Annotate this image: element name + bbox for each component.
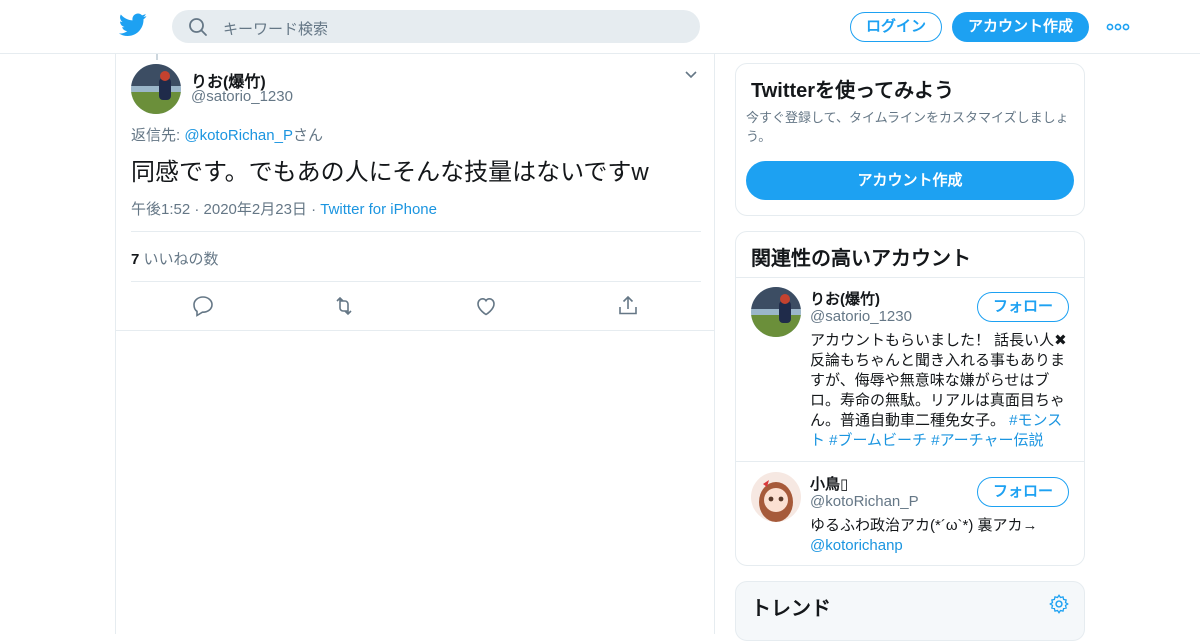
divider [736, 461, 1084, 462]
reply-context: 返信先: @kotoRichan_Pさん [131, 124, 323, 145]
search-input[interactable]: キーワード検索 [172, 10, 700, 43]
author-handle[interactable]: @satorio_1230 [191, 88, 293, 105]
twitter-bird-icon[interactable] [119, 13, 147, 37]
trends-title: トレンド [751, 598, 831, 620]
divider [736, 277, 1084, 278]
like-count-label: いいねの数 [139, 251, 219, 268]
account-handle[interactable]: @satorio_1230 [810, 308, 912, 325]
account-name[interactable]: りお(爆竹) [810, 288, 880, 309]
follow-button[interactable]: フォロー [977, 477, 1069, 507]
like-heart-icon[interactable] [474, 294, 498, 318]
gear-icon[interactable] [1048, 593, 1070, 615]
create-account-button[interactable]: アカウント作成 [746, 161, 1074, 200]
divider [131, 231, 701, 232]
login-button[interactable]: ログイン [850, 12, 942, 42]
related-accounts-card: 関連性の高いアカウント りお(爆竹) @satorio_1230 フォロー アカ… [735, 231, 1085, 566]
chevron-down-icon[interactable] [682, 68, 700, 82]
reply-to-link[interactable]: @kotoRichan_P [184, 127, 293, 144]
tweet-metadata: 午後1:52 · 2020年2月23日 · Twitter for iPhone [131, 198, 437, 219]
share-icon[interactable] [616, 294, 640, 318]
bio-link[interactable]: @kotorichanp [810, 537, 903, 554]
like-count-row[interactable]: 7 いいねの数 [131, 248, 219, 269]
search-icon [189, 18, 207, 36]
account-name[interactable]: 小鳥▯ [810, 473, 848, 494]
thread-connector [156, 54, 158, 60]
avatar[interactable] [751, 472, 801, 522]
more-options-icon[interactable] [1106, 18, 1130, 36]
search-placeholder: キーワード検索 [223, 21, 329, 38]
avatar[interactable] [751, 287, 801, 337]
meta-separator: · [306, 201, 321, 218]
signup-button[interactable]: アカウント作成 [952, 12, 1089, 42]
top-bar: キーワード検索 ログイン アカウント作成 [0, 0, 1200, 54]
signup-card-description: 今すぐ登録して、タイムラインをカスタマイズしましょう。 [746, 110, 1069, 144]
retweet-icon[interactable] [332, 294, 356, 318]
related-accounts-title: 関連性の高いアカウント [751, 248, 971, 270]
reply-icon[interactable] [191, 294, 215, 318]
reply-suffix: さん [292, 127, 323, 144]
signup-card-title: Twitterを使ってみよう [751, 80, 955, 102]
follow-button[interactable]: フォロー [977, 292, 1069, 322]
client-link[interactable]: Twitter for iPhone [320, 201, 437, 218]
tweet-text: 同感です。でもあの人にそんな技量はないですw [131, 159, 649, 186]
bio-text: ゆるふわ政治アカ(*´ω`*) 裏アカ→ [810, 517, 1038, 534]
avatar[interactable] [131, 64, 181, 114]
trends-card: トレンド [735, 581, 1085, 641]
account-bio: ゆるふわ政治アカ(*´ω`*) 裏アカ→ @kotorichanp [810, 516, 1070, 556]
reply-prefix: 返信先: [131, 127, 185, 144]
signup-card: Twitterを使ってみよう 今すぐ登録して、タイムラインをカスタマイズしましょ… [735, 63, 1085, 216]
account-handle[interactable]: @kotoRichan_P [810, 493, 919, 510]
account-bio: アカウントもらいました！ 話長い人✖反論もちゃんと聞き入れる事もありますが、侮辱… [810, 331, 1070, 451]
tweet-detail: りお(爆竹) @satorio_1230 返信先: @kotoRichan_Pさ… [115, 54, 715, 634]
divider [116, 330, 714, 331]
divider [131, 281, 701, 282]
tweet-timestamp[interactable]: 午後1:52 · 2020年2月23日 [131, 201, 307, 218]
